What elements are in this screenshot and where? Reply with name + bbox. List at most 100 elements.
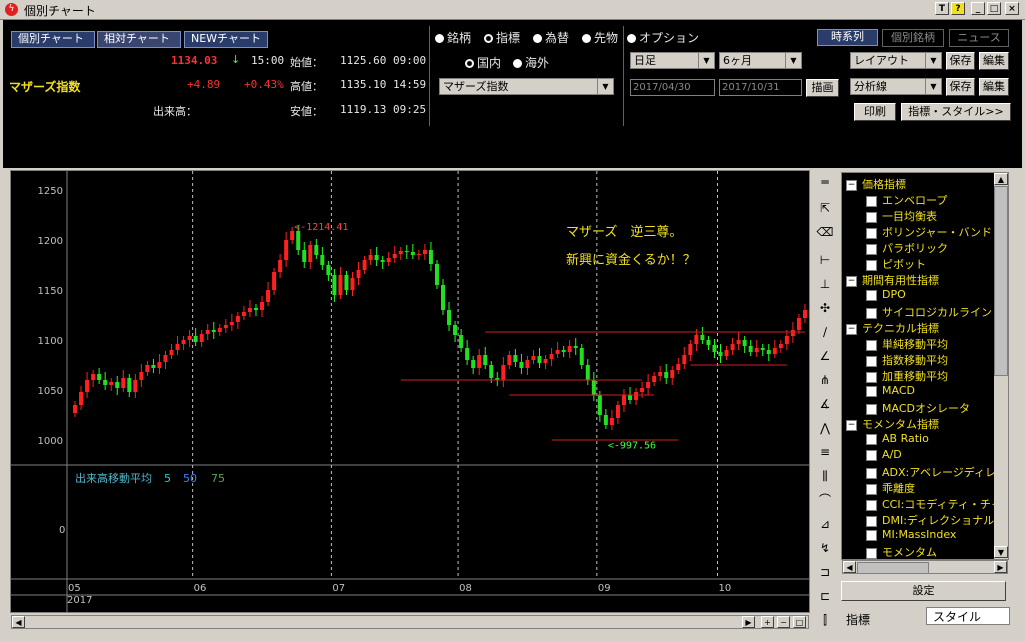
checkbox[interactable] — [866, 385, 877, 397]
indicator-tree[interactable]: − 価格指標 エンベロープ 一目均衡表 ボリンジャー・バンド パラボリック ピボット − 期間有… — [841, 172, 1009, 560]
collapse-icon[interactable]: − — [846, 419, 857, 431]
date-to-input[interactable]: 2017/10/31 — [719, 79, 802, 96]
nav-button-relative[interactable]: 相対チャート — [97, 31, 181, 48]
analysis-select[interactable]: 分析線 ▼ — [850, 78, 942, 95]
print-button[interactable]: 印刷 — [854, 103, 896, 121]
indicator-tree-scrollbar[interactable]: ▲ ▼ — [994, 173, 1008, 559]
timeseries-button[interactable]: 時系列 — [817, 29, 878, 46]
tree-indicator-item[interactable]: エンベロープ — [866, 192, 947, 208]
settings-button[interactable]: 設定 — [841, 581, 1006, 601]
cross-line-tool-icon[interactable]: ✣ — [815, 298, 835, 318]
tree-indicator-item[interactable]: 指数移動平均 — [866, 352, 948, 368]
tree-indicator-item[interactable]: 加重移動平均 — [866, 368, 948, 384]
collapse-icon[interactable]: − — [846, 275, 857, 287]
save-analysis-button[interactable]: 保存 — [946, 78, 975, 96]
tree-indicator-item[interactable]: A/D — [866, 448, 902, 461]
checkbox[interactable] — [866, 211, 877, 223]
vertical-line-tool-icon[interactable]: ⊥ — [815, 274, 835, 294]
checkbox[interactable] — [866, 339, 877, 351]
checkbox[interactable] — [866, 195, 877, 207]
zoom-reset-icon[interactable]: □ — [793, 616, 806, 628]
tree-indicator-item[interactable]: DPO — [866, 288, 906, 301]
fibonacci-time-tool-icon[interactable]: ⫼ — [815, 466, 835, 486]
edit-layout-button[interactable]: 編集 — [979, 52, 1009, 70]
tree-group[interactable]: − モメンタム指標 — [846, 416, 939, 432]
minimize-button[interactable]: _ — [971, 2, 985, 15]
close-button[interactable]: × — [1005, 2, 1019, 15]
scroll-left-icon[interactable]: ◀ — [12, 616, 25, 628]
draw-button[interactable]: 描画 — [806, 79, 839, 97]
checkbox[interactable] — [866, 355, 877, 367]
interval-select[interactable]: 日足 ▼ — [630, 52, 715, 69]
tree-group[interactable]: − 価格指標 — [846, 176, 906, 192]
scroll-right-icon[interactable]: ▶ — [994, 561, 1007, 573]
region-radio-overseas[interactable]: 海外 — [513, 54, 549, 71]
gann-tool-icon[interactable]: ∡ — [815, 394, 835, 414]
checkbox[interactable] — [866, 289, 877, 301]
scroll-left-icon[interactable]: ◀ — [843, 561, 856, 573]
tree-group[interactable]: − テクニカル指標 — [846, 320, 939, 336]
help-button[interactable]: ? — [951, 2, 965, 15]
maximize-button[interactable]: □ — [987, 2, 1001, 15]
tree-indicator-item[interactable]: AB Ratio — [866, 432, 929, 445]
nav-button-new[interactable]: NEWチャート — [184, 31, 268, 48]
chart-horizontal-scrollbar[interactable]: ◀ ▶ + − □ — [11, 615, 809, 629]
scroll-down-icon[interactable]: ▼ — [994, 546, 1008, 558]
checkbox[interactable] — [866, 227, 877, 239]
eraser-tool-icon[interactable]: ⌫ — [815, 222, 835, 242]
index-select[interactable]: マザーズ指数 ▼ — [439, 78, 614, 95]
checkbox[interactable] — [866, 243, 877, 255]
arc-tool-icon[interactable]: ⌒ — [815, 490, 835, 510]
cursor-tool-icon[interactable]: ⇱ — [815, 198, 835, 218]
tree-group[interactable]: − 期間有用性指標 — [846, 272, 939, 288]
regression-tool-icon[interactable]: ⊿ — [815, 514, 835, 534]
channel-tool-icon[interactable]: ≡ — [815, 442, 835, 462]
chart-area[interactable]: 1250 1200 1150 1100 1050 1000 05 06 07 08 09 10 <-12… — [10, 170, 810, 613]
save-layout-button[interactable]: 保存 — [946, 52, 975, 70]
nav-button-individual[interactable]: 個別チャート — [11, 31, 95, 48]
type-radio-futures[interactable]: 先物 — [582, 29, 618, 46]
checkbox[interactable] — [866, 499, 877, 511]
horizontal-line-tool-icon[interactable]: ⊢ — [815, 250, 835, 270]
period-tool-icon[interactable]: ⊐ — [815, 562, 835, 582]
fan-line-tool-icon[interactable]: ⋔ — [815, 370, 835, 390]
checkbox[interactable] — [866, 547, 877, 559]
type-radio-index[interactable]: 指標 — [484, 29, 520, 46]
checkbox[interactable] — [866, 433, 877, 445]
tree-indicator-item[interactable]: MACD — [866, 384, 915, 397]
checkbox[interactable] — [866, 449, 877, 461]
tree-indicator-item[interactable]: モメンタム — [866, 544, 937, 559]
checkbox[interactable] — [866, 515, 877, 527]
trend-line-tool-icon[interactable]: ∕ — [815, 322, 835, 342]
tree-indicator-item[interactable]: 一目均衡表 — [866, 208, 937, 224]
edit-analysis-button[interactable]: 編集 — [979, 78, 1009, 96]
fibonacci-fan-tool-icon[interactable]: ⋀ — [815, 418, 835, 438]
angle-line-tool-icon[interactable]: ∠ — [815, 346, 835, 366]
checkbox[interactable] — [866, 483, 877, 495]
tree-indicator-item[interactable]: CCI:コモディティ・チャ — [866, 496, 1002, 512]
date-from-input[interactable]: 2017/04/30 — [630, 79, 715, 96]
scroll-thumb[interactable] — [857, 562, 929, 574]
scroll-thumb[interactable] — [994, 186, 1008, 376]
checkbox[interactable] — [866, 529, 877, 541]
tab-indicators[interactable]: 指標 — [846, 611, 870, 628]
range-select[interactable]: 6ヶ月 ▼ — [719, 52, 802, 69]
checkbox[interactable] — [866, 403, 877, 415]
range-tool-icon[interactable]: ⊏ — [815, 586, 835, 606]
zigzag-tool-icon[interactable]: ↯ — [815, 538, 835, 558]
tree-indicator-item[interactable]: 単純移動平均 — [866, 336, 948, 352]
region-radio-domestic[interactable]: 国内 — [465, 54, 501, 71]
tree-indicator-item[interactable]: 乖離度 — [866, 480, 915, 496]
indicator-style-button[interactable]: 指標・スタイル>> — [901, 103, 1011, 121]
scroll-right-icon[interactable]: ▶ — [742, 616, 755, 628]
collapse-icon[interactable]: − — [846, 179, 857, 191]
indicator-tree-hscroll[interactable]: ◀ ▶ — [842, 560, 1008, 574]
scroll-up-icon[interactable]: ▲ — [994, 173, 1008, 185]
zoom-out-icon[interactable]: − — [777, 616, 790, 628]
collapse-icon[interactable]: − — [846, 323, 857, 335]
tree-indicator-item[interactable]: ボリンジャー・バンド — [866, 224, 992, 240]
peer-button[interactable]: 個別銘柄 — [882, 29, 944, 47]
tree-indicator-item[interactable]: パラボリック — [866, 240, 948, 256]
news-button[interactable]: ニュース — [949, 29, 1009, 47]
tree-indicator-item[interactable]: MACDオシレータ — [866, 400, 970, 416]
